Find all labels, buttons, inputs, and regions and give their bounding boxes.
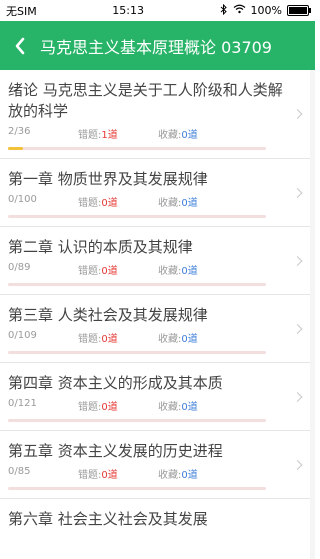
chapter-title: 绪论 马克思主义是关于工人阶级和人类解放的科学 [8,81,283,120]
wrong-value: 0道 [101,198,118,209]
favorite-value: 0道 [181,130,198,141]
chevron-right-icon [292,459,303,470]
question-count: 0/85 [8,466,31,477]
chapter-item[interactable]: 第四章 资本主义的形成及其本质 0/121 错题:0道 收藏:0道 [0,363,315,431]
progress-bar [8,419,266,422]
chapter-meta: 0/89 错题:0道 收藏:0道 [8,262,287,277]
chapter-title: 第二章 认识的本质及其规律 [8,238,193,256]
wrong-count: 错题:0道 [78,194,158,209]
chapter-title: 第四章 资本主义的形成及其本质 [8,374,223,392]
chapter-title: 第三章 人类社会及其发展规律 [8,306,208,324]
favorite-count: 收藏:0道 [158,330,198,345]
favorite-value: 0道 [181,470,198,481]
chapter-meta: 2/36 错题:1道 收藏:0道 [8,126,287,141]
question-count: 0/100 [8,194,37,205]
chevron-right-icon [292,391,303,402]
chevron-left-icon [15,37,25,54]
favorite-label: 收藏: [158,198,182,209]
app-header: 马克思主义基本原理概论 03709 [0,21,315,70]
question-count: 0/121 [8,398,37,409]
wrong-count: 错题:0道 [78,262,158,277]
question-count: 0/109 [8,330,37,341]
chapter-title: 第一章 物质世界及其发展规律 [8,170,208,188]
wrong-value: 0道 [101,334,118,345]
clock: 15:13 [112,4,144,17]
chevron-right-icon [292,187,303,198]
scrollbar[interactable] [310,70,315,559]
wrong-count: 错题:1道 [78,126,158,141]
favorite-label: 收藏: [158,334,182,345]
chevron-right-icon [292,255,303,266]
favorite-label: 收藏: [158,130,182,141]
chapter-item[interactable]: 第三章 人类社会及其发展规律 0/109 错题:0道 收藏:0道 [0,295,315,363]
chapter-title: 第六章 社会主义社会及其发展 [8,510,208,528]
progress-bar [8,487,266,490]
chapter-item[interactable]: 第五章 资本主义发展的历史进程 0/85 错题:0道 收藏:0道 [0,431,315,499]
wrong-count: 错题:0道 [78,466,158,481]
favorite-count: 收藏:0道 [158,262,198,277]
wrong-count: 错题:0道 [78,398,158,413]
favorite-count: 收藏:0道 [158,398,198,413]
chapter-item[interactable]: 第二章 认识的本质及其规律 0/89 错题:0道 收藏:0道 [0,227,315,295]
favorite-count: 收藏:0道 [158,126,198,141]
favorite-value: 0道 [181,198,198,209]
wrong-value: 1道 [101,130,118,141]
chapter-item[interactable]: 绪论 马克思主义是关于工人阶级和人类解放的科学 2/36 错题:1道 收藏:0道 [0,70,315,159]
wrong-label: 错题: [78,334,102,345]
progress-bar [8,147,266,150]
chapter-meta: 0/100 错题:0道 收藏:0道 [8,194,287,209]
wrong-label: 错题: [78,402,102,413]
bluetooth-icon [220,3,228,18]
battery-icon [287,5,311,16]
chevron-right-icon [292,109,303,119]
chapter-title: 第五章 资本主义发展的历史进程 [8,442,223,460]
favorite-label: 收藏: [158,402,182,413]
back-button[interactable] [0,21,40,70]
wrong-value: 0道 [101,266,118,277]
chapter-meta: 0/121 错题:0道 收藏:0道 [8,398,287,413]
favorite-label: 收藏: [158,266,182,277]
battery-percent: 100% [250,4,282,17]
carrier-label: 无SIM [6,4,37,18]
progress-fill [8,147,24,150]
status-bar: 无SIM 15:13 100% [0,0,315,21]
wrong-value: 0道 [101,470,118,481]
favorite-count: 收藏:0道 [158,466,198,481]
wrong-label: 错题: [78,470,102,481]
progress-bar [8,215,266,218]
chapter-item[interactable]: 第六章 社会主义社会及其发展 [0,499,315,530]
wrong-value: 0道 [101,402,118,413]
favorite-value: 0道 [181,334,198,345]
chevron-right-icon [292,323,303,334]
chapter-item[interactable]: 第一章 物质世界及其发展规律 0/100 错题:0道 收藏:0道 [0,159,315,227]
wrong-label: 错题: [78,198,102,209]
question-count: 2/36 [8,126,31,137]
favorite-count: 收藏:0道 [158,194,198,209]
progress-bar [8,351,266,354]
status-right: 100% [220,3,311,18]
question-count: 0/89 [8,262,31,273]
wrong-count: 错题:0道 [78,330,158,345]
chapter-list: 绪论 马克思主义是关于工人阶级和人类解放的科学 2/36 错题:1道 收藏:0道… [0,70,315,530]
page-title: 马克思主义基本原理概论 03709 [40,37,272,57]
wrong-label: 错题: [78,130,102,141]
favorite-label: 收藏: [158,470,182,481]
wifi-icon [233,4,246,17]
chapter-meta: 0/109 错题:0道 收藏:0道 [8,330,287,345]
wrong-label: 错题: [78,266,102,277]
favorite-value: 0道 [181,402,198,413]
favorite-value: 0道 [181,266,198,277]
progress-bar [8,283,266,286]
chapter-meta: 0/85 错题:0道 收藏:0道 [8,466,287,481]
